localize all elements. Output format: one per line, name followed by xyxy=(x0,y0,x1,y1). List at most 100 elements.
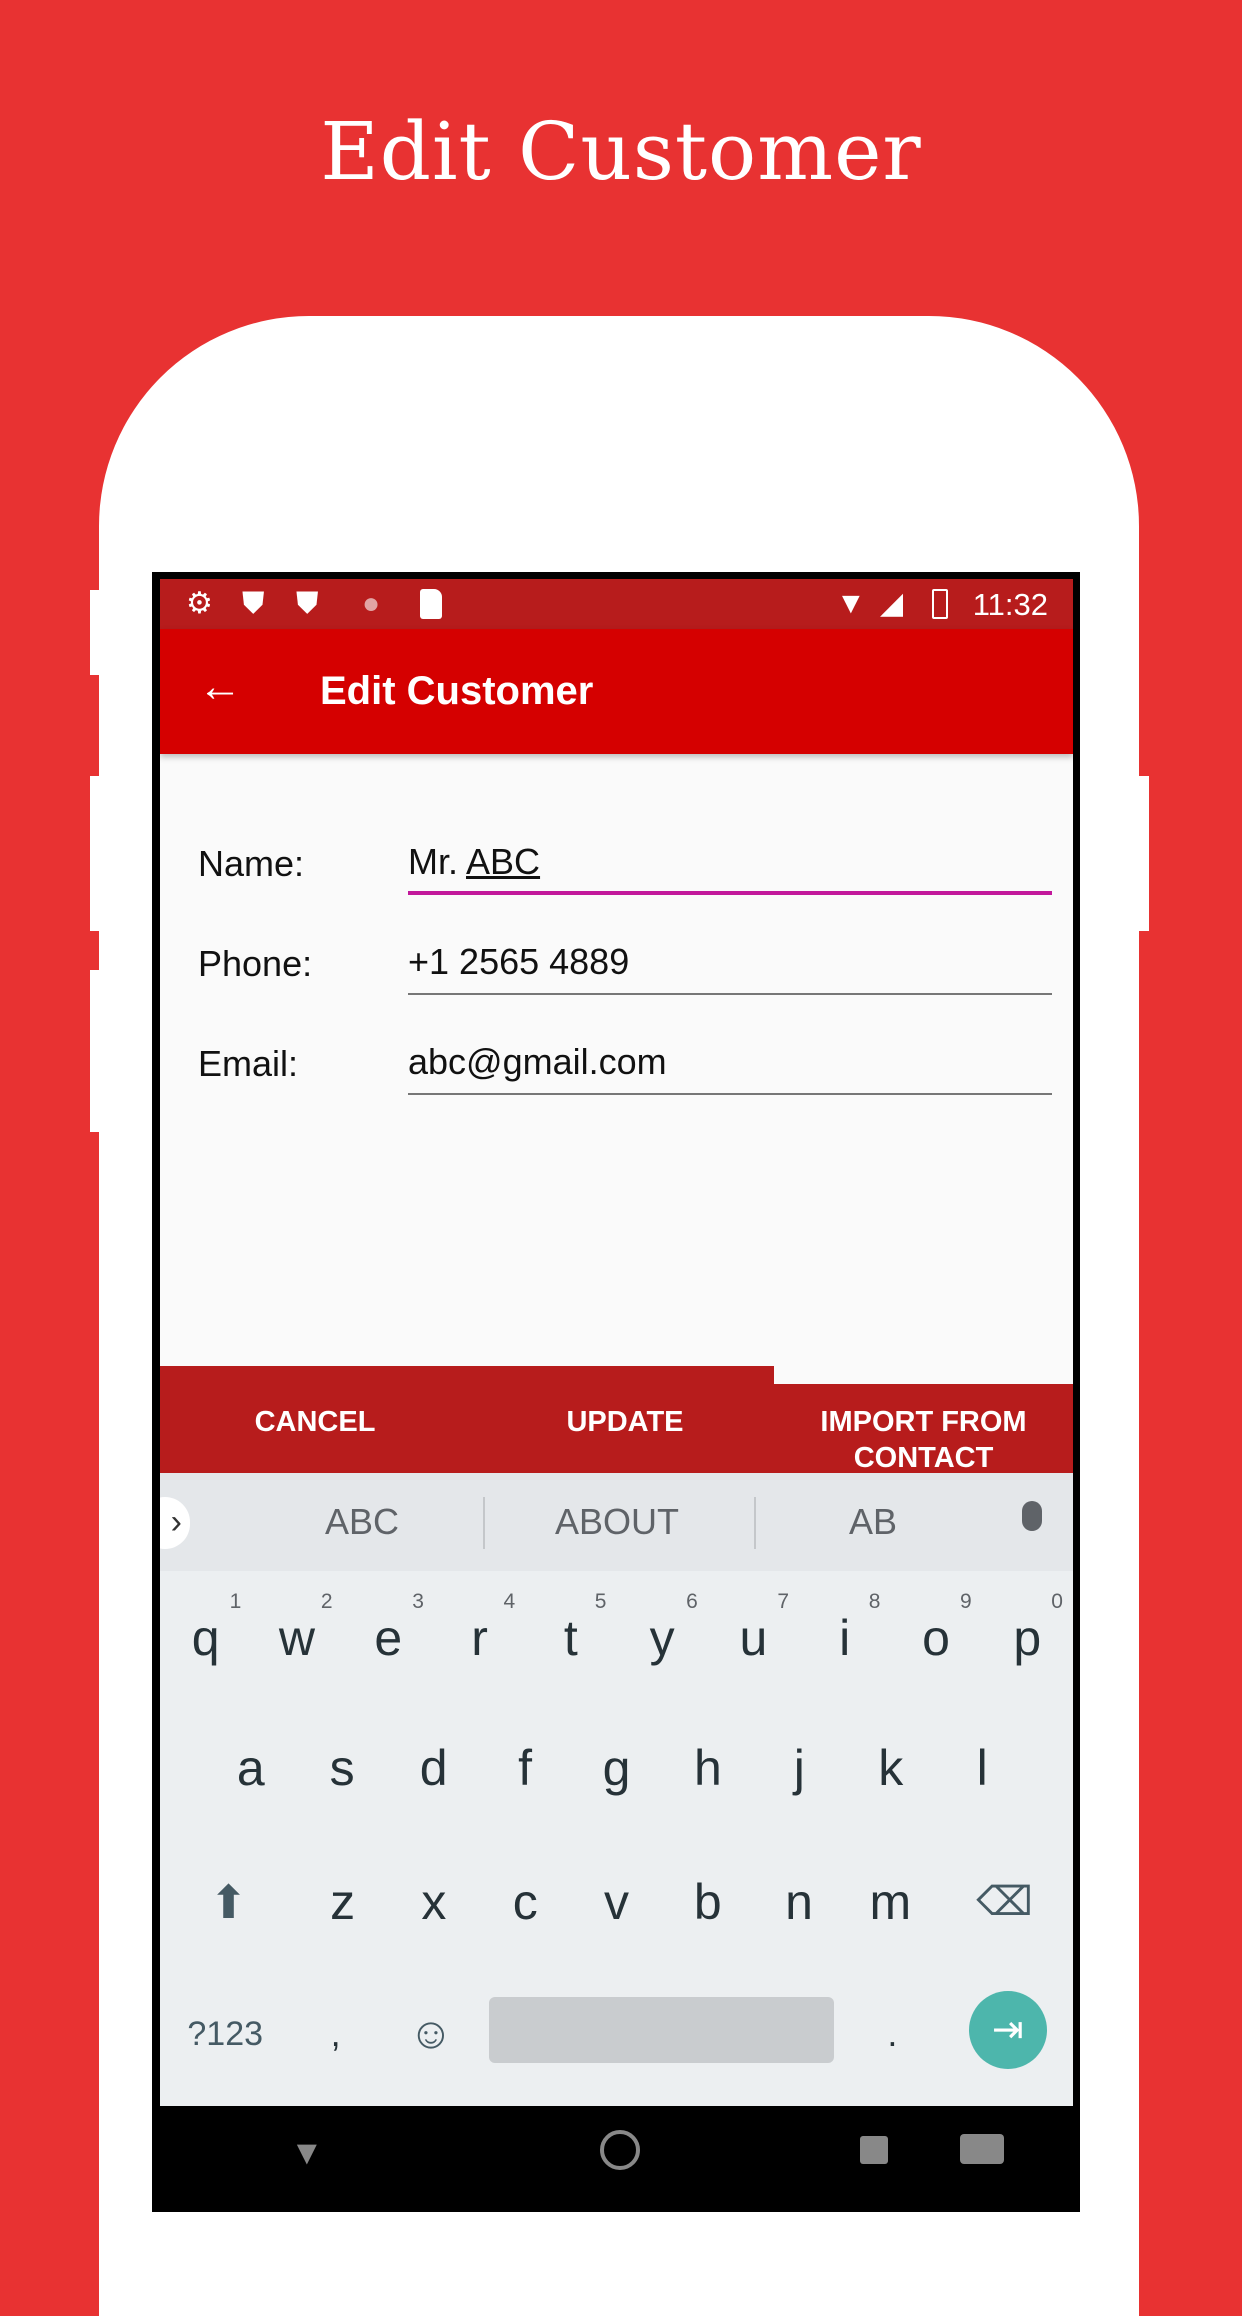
key-f[interactable]: f xyxy=(479,1713,570,1833)
key-c[interactable]: c xyxy=(480,1847,571,1967)
key-u[interactable]: 7u xyxy=(708,1583,799,1703)
keyboard-icon[interactable] xyxy=(960,2134,1004,2164)
key-b[interactable]: b xyxy=(662,1847,753,1967)
import-from-contact-button[interactable]: IMPORT FROM CONTACT xyxy=(774,1404,1073,1476)
suggestion[interactable]: ABC xyxy=(262,1501,462,1543)
name-label: Name: xyxy=(198,843,305,884)
key-e[interactable]: 3e xyxy=(343,1583,434,1703)
key-t[interactable]: 5t xyxy=(525,1583,616,1703)
key-l[interactable]: l xyxy=(937,1713,1028,1833)
phone-input[interactable]: +1 2565 4889 xyxy=(408,937,1052,995)
key-v[interactable]: v xyxy=(571,1847,662,1967)
enter-key[interactable]: ⇥ xyxy=(943,1979,1073,2099)
key-letter: q xyxy=(191,1610,220,1666)
loading-circle-icon: ● xyxy=(362,587,381,620)
suggestion[interactable]: AB xyxy=(773,1501,973,1543)
key-j[interactable]: j xyxy=(754,1713,845,1833)
name-input[interactable]: Mr. ABC xyxy=(408,837,1052,895)
key-letter: w xyxy=(278,1610,315,1666)
key-d[interactable]: d xyxy=(388,1713,479,1833)
import-line2: CONTACT xyxy=(853,1442,994,1474)
divider xyxy=(483,1497,485,1549)
period-key[interactable]: . xyxy=(842,1979,942,2099)
key-a[interactable]: a xyxy=(205,1713,296,1833)
phone-side-button xyxy=(90,776,100,931)
page-title: Edit Customer xyxy=(320,669,594,713)
key-letter: u xyxy=(739,1610,768,1666)
wifi-off-icon: ▼ xyxy=(836,587,866,620)
gear-icon: ⚙ xyxy=(186,587,213,620)
key-w[interactable]: 2w xyxy=(251,1583,342,1703)
navigation-bar: ▼ xyxy=(160,2106,1073,2208)
key-letter: t xyxy=(563,1610,578,1666)
cancel-button[interactable]: CANCEL xyxy=(160,1404,470,1440)
key-r[interactable]: 4r xyxy=(434,1583,525,1703)
key-hint: 5 xyxy=(594,1590,607,1613)
key-hint: 1 xyxy=(229,1590,242,1613)
key-hint: 6 xyxy=(686,1590,698,1613)
key-n[interactable]: n xyxy=(753,1847,844,1967)
key-z[interactable]: z xyxy=(297,1847,388,1967)
arrow-left-icon[interactable]: ← xyxy=(198,665,242,709)
microphone-icon[interactable] xyxy=(1022,1501,1042,1531)
key-row-4: ?123 , ☺ . ⇥ xyxy=(160,1979,1073,2099)
app-bar: ← Edit Customer xyxy=(160,629,1073,754)
comma-key[interactable]: , xyxy=(290,1979,380,2099)
key-hint: 8 xyxy=(868,1590,881,1613)
divider xyxy=(754,1497,756,1549)
suggestion[interactable]: ABOUT xyxy=(517,1501,717,1543)
key-letter: i xyxy=(839,1610,851,1666)
chevron-right-icon[interactable]: › xyxy=(160,1497,190,1549)
backspace-icon[interactable]: ⌫ xyxy=(936,1847,1073,1967)
status-time: 11:32 xyxy=(972,587,1048,622)
hero-title: Edit Customer xyxy=(320,105,922,198)
screen: ⚙ ⛊ ⛊ ● ▼ ◢ 11:32 ← Edit Customer Name: … xyxy=(160,579,1073,2208)
suggestion-strip: › ABC ABOUT AB xyxy=(160,1473,1073,1571)
tab-next-icon: ⇥ xyxy=(968,1991,1047,2069)
update-button[interactable]: UPDATE xyxy=(470,1404,780,1440)
key-hint: 9 xyxy=(959,1590,972,1613)
shift-icon[interactable]: ⬆ xyxy=(160,1847,297,1967)
battery-charging-icon xyxy=(932,589,948,619)
space-key[interactable] xyxy=(481,1979,842,2099)
key-i[interactable]: 8i xyxy=(799,1583,890,1703)
import-line1: IMPORT FROM xyxy=(820,1406,1027,1438)
key-m[interactable]: m xyxy=(845,1847,936,1967)
key-q[interactable]: 1q xyxy=(160,1583,251,1703)
key-p[interactable]: 0p xyxy=(982,1583,1073,1703)
key-hint: 3 xyxy=(412,1590,424,1613)
key-letter: r xyxy=(471,1610,488,1666)
phone-side-button xyxy=(1139,776,1149,931)
back-triangle-icon[interactable]: ▼ xyxy=(290,2134,324,2173)
key-letter: y xyxy=(649,1610,675,1666)
key-s[interactable]: s xyxy=(296,1713,387,1833)
key-letter: e xyxy=(374,1610,403,1666)
status-bar: ⚙ ⛊ ⛊ ● ▼ ◢ 11:32 xyxy=(160,579,1073,629)
phone-side-button xyxy=(90,590,100,675)
key-h[interactable]: h xyxy=(662,1713,753,1833)
key-letter: o xyxy=(922,1610,950,1666)
recents-square-icon[interactable] xyxy=(860,2136,888,2164)
key-g[interactable]: g xyxy=(571,1713,662,1833)
key-y[interactable]: 6y xyxy=(616,1583,707,1703)
key-k[interactable]: k xyxy=(845,1713,936,1833)
keyboard: › ABC ABOUT AB 1q2w3e4r5t6y7u8i9o0p asdf… xyxy=(160,1473,1073,2106)
key-x[interactable]: x xyxy=(388,1847,479,1967)
key-o[interactable]: 9o xyxy=(890,1583,981,1703)
shield-play-icon: ⛊ xyxy=(296,587,319,620)
key-hint: 0 xyxy=(1051,1590,1063,1613)
home-circle-icon[interactable] xyxy=(600,2130,640,2170)
key-letter: p xyxy=(1013,1610,1042,1666)
symbols-key[interactable]: ?123 xyxy=(160,1979,290,2099)
email-input[interactable]: abc@gmail.com xyxy=(408,1037,1052,1095)
emoji-icon[interactable]: ☺ xyxy=(381,1979,481,2099)
key-row-2: asdfghjkl xyxy=(160,1713,1073,1833)
phone-label: Phone: xyxy=(198,943,313,984)
key-row-3-letters: zxcvbnm xyxy=(297,1847,936,1967)
name-value: ABC xyxy=(466,841,541,882)
signal-icon: ◢ xyxy=(880,587,904,620)
email-label: Email: xyxy=(198,1043,299,1084)
key-hint: 7 xyxy=(777,1590,790,1613)
key-row-3: ⬆ zxcvbnm ⌫ xyxy=(160,1847,1073,1967)
key-row-1: 1q2w3e4r5t6y7u8i9o0p xyxy=(160,1583,1073,1703)
